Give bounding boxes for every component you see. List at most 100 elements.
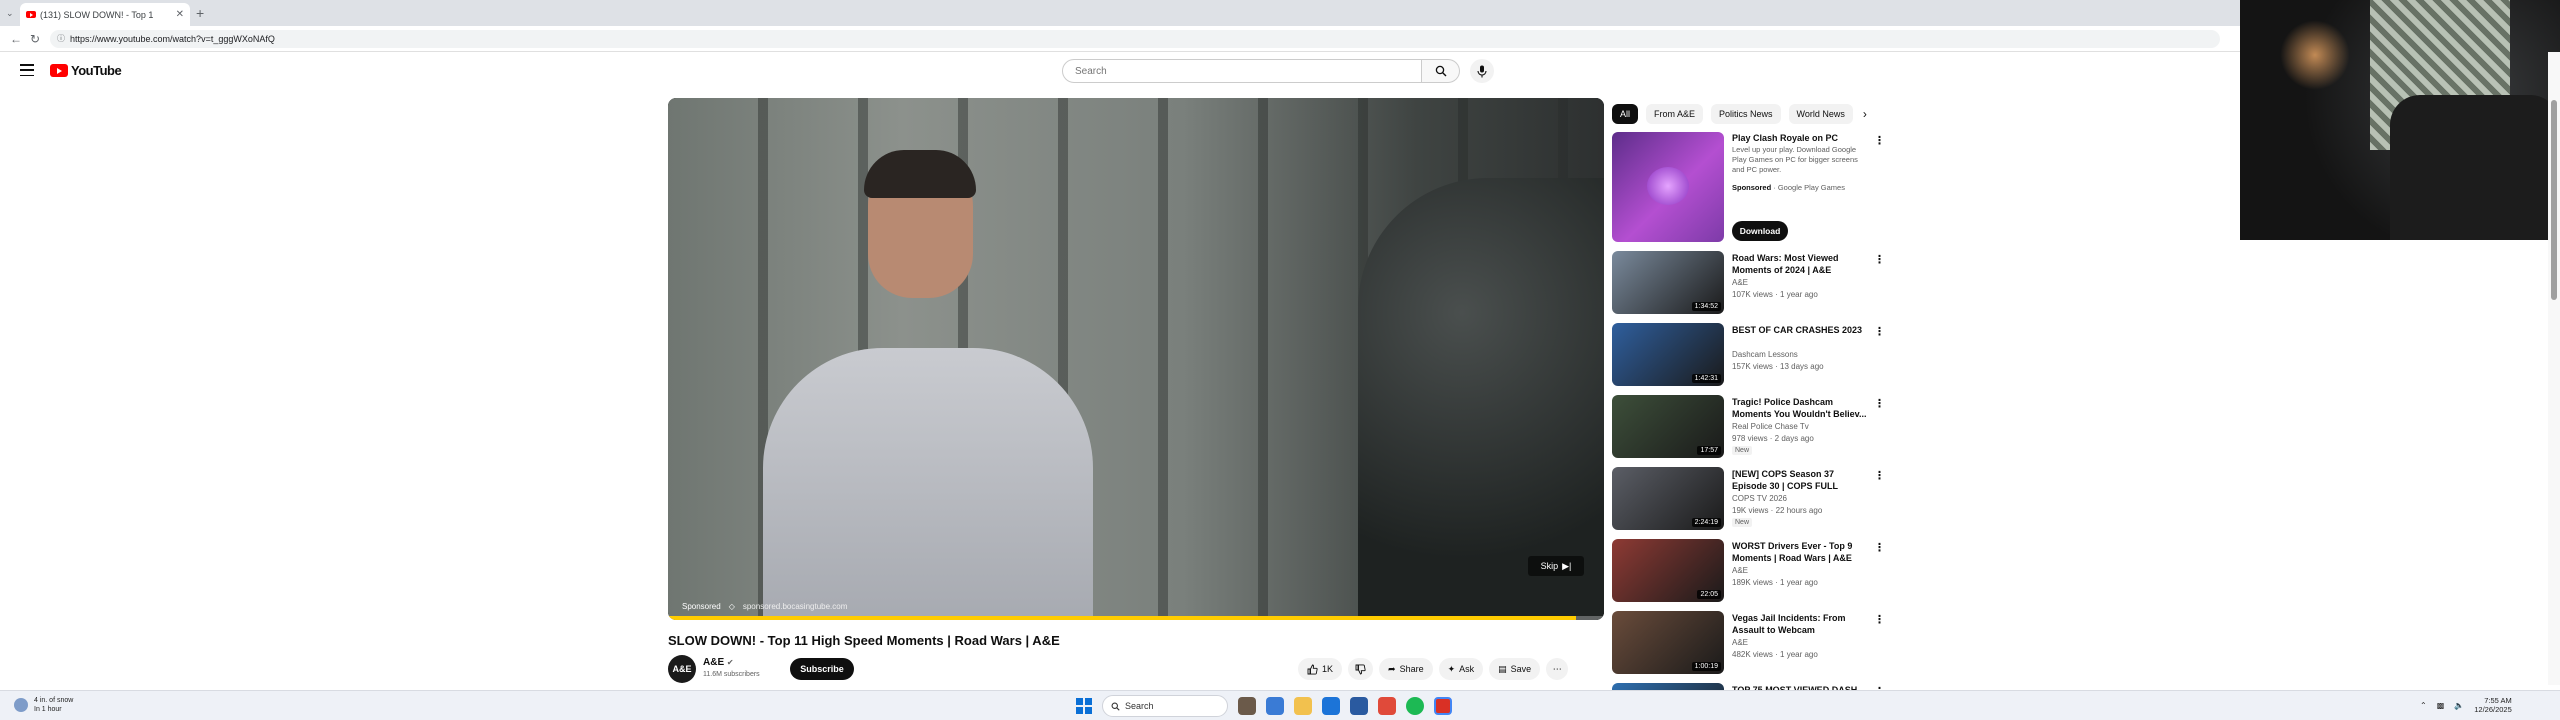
recommendation-thumbnail[interactable]: 22:05 [1612, 539, 1724, 602]
recommendation-channel[interactable]: COPS TV 2026 [1732, 494, 1787, 503]
subscriber-count: 11.6M subscribers [703, 671, 760, 678]
more-vertical-icon[interactable]: ⋮ [1874, 541, 1885, 554]
recommendation-item[interactable]: 1:42:31 BEST OF CAR CRASHES 2023 Dashcam L… [1612, 323, 1885, 389]
spotify-icon[interactable] [1406, 697, 1424, 715]
site-info-icon[interactable]: ⓘ [57, 30, 65, 48]
recommendation-channel[interactable]: A&E [1732, 638, 1748, 647]
subscribe-button[interactable]: Subscribe [790, 658, 854, 680]
more-actions-button[interactable]: ⋯ [1546, 658, 1569, 680]
thumbs-down-icon [1355, 663, 1366, 674]
task-view-icon[interactable] [1238, 697, 1256, 715]
channel-name[interactable]: A&E ✔ [703, 657, 734, 668]
weather-widget[interactable]: 4 in. of snow In 1 hour [14, 696, 73, 714]
ask-label: Ask [1459, 664, 1475, 674]
ad-sponsored-label: Sponsored [1732, 183, 1772, 192]
dislike-button[interactable] [1348, 658, 1374, 680]
recommendation-item[interactable]: 1:00:19 Vegas Jail Incidents: From Assaul… [1612, 611, 1885, 677]
more-vertical-icon[interactable]: ⋮ [1874, 397, 1885, 410]
tab-list-icon[interactable]: ⌄ [6, 8, 14, 19]
ad-advertiser: Google Play Games [1777, 183, 1845, 192]
ask-button[interactable]: ✦ Ask [1438, 658, 1484, 680]
recommendation-channel[interactable]: A&E [1732, 566, 1748, 575]
ad-progress-fill [668, 616, 1576, 620]
new-tab-icon[interactable]: + [196, 5, 204, 21]
recommendation-item[interactable]: 17:57 Tragic! Police Dashcam Moments You … [1612, 395, 1885, 461]
recommendation-channel[interactable]: Real Police Chase Tv [1732, 422, 1809, 431]
ad-domain-link[interactable]: sponsored.bocasingtube.com [743, 602, 848, 611]
start-windows-icon[interactable] [1076, 698, 1092, 714]
recommendation-title[interactable]: BEST OF CAR CRASHES 2023 [1732, 324, 1867, 336]
taskbar-search[interactable]: Search [1102, 695, 1228, 717]
clock[interactable]: 7:55 AM 12/26/2025 [2474, 696, 2512, 714]
ad-download-button[interactable]: Download [1732, 221, 1788, 241]
chip-all[interactable]: All [1612, 104, 1639, 124]
recommendation-thumbnail[interactable]: 2:24:19 [1612, 467, 1724, 530]
recording-app-icon[interactable] [1378, 697, 1396, 715]
chip-world-news[interactable]: World News [1788, 104, 1853, 124]
ad-title[interactable]: Play Clash Royale on PC [1732, 133, 1838, 143]
save-button[interactable]: ▤ Save [1489, 658, 1541, 680]
weather-line-2: In 1 hour [34, 706, 62, 713]
file-explorer-icon[interactable] [1294, 697, 1312, 715]
recommendation-item[interactable]: 22:05 WORST Drivers Ever - Top 9 Moments … [1612, 539, 1885, 605]
recommendation-thumbnail[interactable]: 1:34:52 [1612, 251, 1724, 314]
volume-icon[interactable]: 🔈 [2454, 701, 2464, 710]
search-input[interactable] [1062, 59, 1422, 83]
recommendation-title[interactable]: Road Wars: Most Viewed Moments of 2024 |… [1732, 252, 1867, 276]
share-button[interactable]: ➦ Share [1379, 658, 1433, 680]
channel-avatar[interactable]: A&E [668, 655, 696, 683]
recommendation-item[interactable]: 1:34:52 Road Wars: Most Viewed Moments of… [1612, 251, 1885, 317]
recommendation-title[interactable]: WORST Drivers Ever - Top 9 Moments | Roa… [1732, 540, 1867, 564]
more-vertical-icon[interactable]: ⋮ [1874, 469, 1885, 482]
voice-search-button[interactable] [1470, 59, 1494, 83]
more-vertical-icon[interactable]: ⋮ [1874, 325, 1885, 338]
recommendation-title[interactable]: [NEW] COPS Season 37 Episode 30 | COPS F… [1732, 468, 1867, 492]
skip-ad-button[interactable]: Skip ▶| [1528, 556, 1584, 576]
video-title: SLOW DOWN! - Top 11 High Speed Moments |… [668, 633, 1060, 648]
save-label: Save [1510, 664, 1532, 674]
screen: ⌄ (131) SLOW DOWN! - Top 1 ✕ + ← ↻ ⓘ htt… [0, 0, 2560, 720]
edge-icon[interactable] [1266, 697, 1284, 715]
more-vertical-icon[interactable]: ⋮ [1874, 613, 1885, 626]
more-vertical-icon[interactable]: ⋮ [1874, 253, 1885, 266]
recommendation-channel[interactable]: A&E [1732, 278, 1748, 287]
like-button[interactable]: 1K [1298, 658, 1343, 680]
close-tab-icon[interactable]: ✕ [176, 9, 184, 20]
recommendation-title[interactable]: Vegas Jail Incidents: From Assault to We… [1732, 612, 1867, 636]
video-player[interactable]: Skip ▶| Sponsored ◇ sponsored.bocasingtu… [668, 98, 1604, 620]
recommendation-thumbnail[interactable]: 1:42:31 [1612, 323, 1724, 386]
chevron-right-icon[interactable]: › [1863, 107, 1867, 121]
chip-from-channel[interactable]: From A&E [1646, 104, 1704, 124]
ad-description: Level up your play. Download Google Play… [1732, 145, 1858, 174]
browser-tab-active[interactable]: (131) SLOW DOWN! - Top 1 ✕ [20, 3, 190, 26]
chevron-up-icon[interactable]: ⌃ [2420, 701, 2427, 710]
chrome-icon[interactable] [1434, 697, 1452, 715]
page-scrollbar-thumb[interactable] [2551, 100, 2557, 300]
video-duration: 22:05 [1697, 590, 1721, 599]
sidebar-ad-card[interactable]: Play Clash Royale on PC Level up your pl… [1612, 132, 1885, 244]
recommendation-item[interactable]: 2:24:19 [NEW] COPS Season 37 Episode 30 |… [1612, 467, 1885, 533]
recommendation-channel[interactable]: Dashcam Lessons [1732, 350, 1798, 359]
ad-thumbnail[interactable] [1612, 132, 1724, 242]
sponsored-label: Sponsored [682, 601, 721, 611]
youtube-play-logo-icon [50, 64, 68, 77]
ad-info-icon[interactable]: ◇ [729, 602, 735, 611]
network-icon[interactable]: ▩ [2437, 701, 2445, 710]
address-bar[interactable]: ⓘ https://www.youtube.com/watch?v=t_gggW… [50, 30, 2220, 48]
reload-icon[interactable]: ↻ [30, 32, 40, 46]
guide-menu-icon[interactable] [20, 64, 34, 76]
youtube-logo-text: YouTube [71, 63, 122, 78]
more-horizontal-icon: ⋯ [1552, 663, 1562, 674]
youtube-logo[interactable]: YouTube [50, 63, 122, 78]
store-icon[interactable] [1322, 697, 1340, 715]
search-button[interactable] [1422, 59, 1460, 83]
mail-icon[interactable] [1350, 697, 1368, 715]
recommendation-title[interactable]: Tragic! Police Dashcam Moments You Would… [1732, 396, 1867, 420]
video-duration: 1:42:31 [1691, 374, 1721, 383]
ad-more-icon[interactable]: ⋮ [1874, 134, 1885, 147]
recommendation-thumbnail[interactable]: 1:00:19 [1612, 611, 1724, 674]
back-icon[interactable]: ← [10, 32, 22, 46]
ad-progress-bar[interactable] [668, 616, 1604, 620]
chip-politics-news[interactable]: Politics News [1711, 104, 1781, 124]
recommendation-thumbnail[interactable]: 17:57 [1612, 395, 1724, 458]
